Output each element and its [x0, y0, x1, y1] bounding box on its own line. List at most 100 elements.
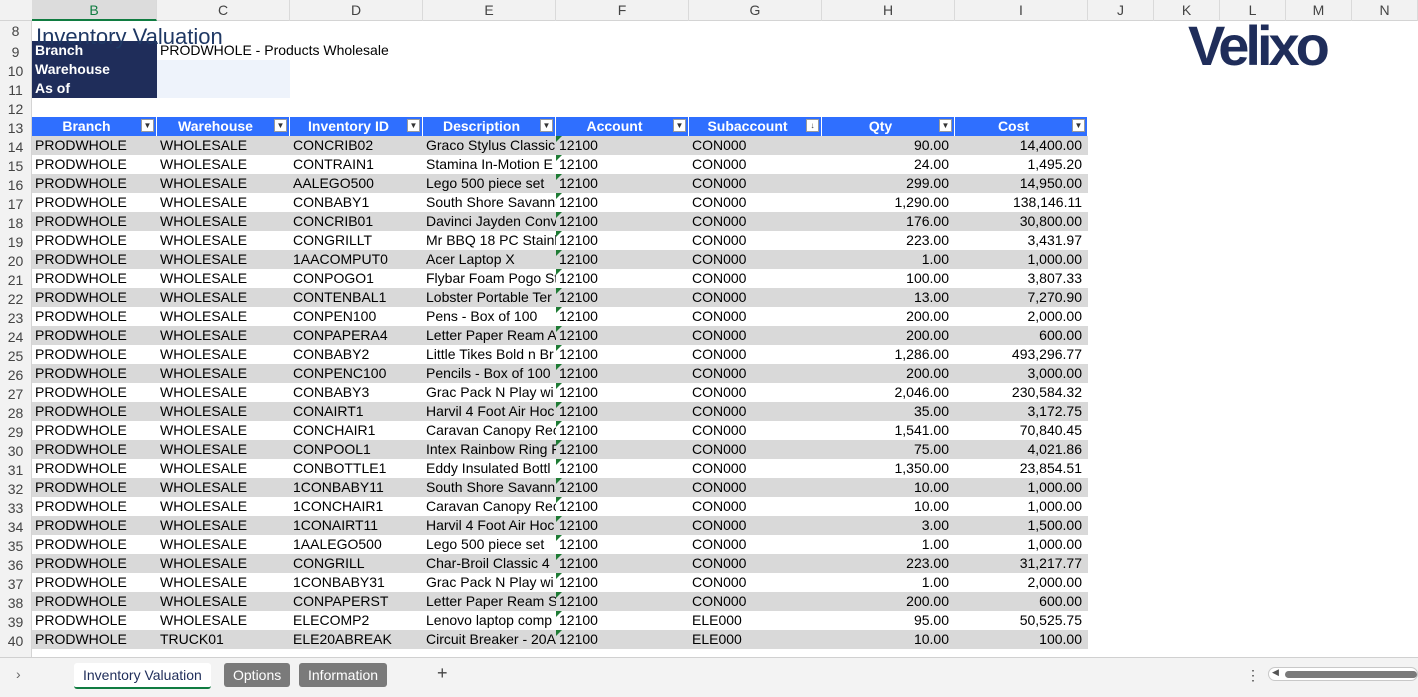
table-cell-subaccount[interactable]: CON000	[689, 402, 822, 421]
table-cell-qty[interactable]: 200.00	[822, 326, 955, 345]
table-cell-subaccount[interactable]: CON000	[689, 554, 822, 573]
horizontal-scrollbar[interactable]: ◀	[1268, 667, 1418, 681]
table-cell-warehouse[interactable]: WHOLESALE	[157, 573, 290, 592]
table-cell-branch[interactable]: PRODWHOLE	[32, 383, 157, 402]
scrollbar-thumb[interactable]	[1285, 671, 1417, 678]
table-cell-cost[interactable]: 7,270.90	[955, 288, 1088, 307]
table-cell-warehouse[interactable]: WHOLESALE	[157, 554, 290, 573]
table-cell-branch[interactable]: PRODWHOLE	[32, 364, 157, 383]
table-cell-account[interactable]: 12100	[556, 516, 689, 535]
param-value[interactable]	[157, 79, 290, 98]
filter-dropdown-icon[interactable]: ▼	[939, 119, 952, 132]
table-cell-inventory-id[interactable]: 1CONBABY31	[290, 573, 423, 592]
table-cell-branch[interactable]: PRODWHOLE	[32, 516, 157, 535]
table-cell-description[interactable]: Letter Paper Ream A	[423, 326, 556, 345]
table-cell-subaccount[interactable]: CON000	[689, 326, 822, 345]
table-cell-inventory-id[interactable]: AALEGO500	[290, 174, 423, 193]
table-cell-description[interactable]: Harvil 4 Foot Air Hoc	[423, 516, 556, 535]
table-cell-account[interactable]: 12100	[556, 155, 689, 174]
table-cell-cost[interactable]: 30,800.00	[955, 212, 1088, 231]
table-cell-warehouse[interactable]: TRUCK01	[157, 630, 290, 649]
table-cell-subaccount[interactable]: CON000	[689, 497, 822, 516]
table-cell-description[interactable]: Grac Pack N Play wi	[423, 573, 556, 592]
more-options-icon[interactable]: ⋮	[1246, 667, 1260, 684]
table-cell-warehouse[interactable]: WHOLESALE	[157, 383, 290, 402]
table-cell-cost[interactable]: 50,525.75	[955, 611, 1088, 630]
filter-dropdown-icon[interactable]: ▼	[673, 119, 686, 132]
table-cell-cost[interactable]: 230,584.32	[955, 383, 1088, 402]
filter-dropdown-icon[interactable]: ▼	[407, 119, 420, 132]
table-cell-description[interactable]: Char-Broil Classic 4	[423, 554, 556, 573]
filter-dropdown-icon[interactable]: ▼	[1072, 119, 1085, 132]
table-cell-warehouse[interactable]: WHOLESALE	[157, 611, 290, 630]
table-cell-warehouse[interactable]: WHOLESALE	[157, 478, 290, 497]
table-cell-inventory-id[interactable]: CONBABY2	[290, 345, 423, 364]
table-cell-inventory-id[interactable]: 1CONBABY11	[290, 478, 423, 497]
table-cell-branch[interactable]: PRODWHOLE	[32, 611, 157, 630]
table-header-subaccount[interactable]: Subaccount ↓	[689, 117, 822, 136]
table-cell-description[interactable]: Lego 500 piece set	[423, 174, 556, 193]
filter-dropdown-icon[interactable]: ▼	[274, 119, 287, 132]
table-cell-qty[interactable]: 100.00	[822, 269, 955, 288]
table-cell-branch[interactable]: PRODWHOLE	[32, 459, 157, 478]
table-cell-inventory-id[interactable]: 1CONAIRT11	[290, 516, 423, 535]
table-cell-account[interactable]: 12100	[556, 402, 689, 421]
table-cell-branch[interactable]: PRODWHOLE	[32, 535, 157, 554]
table-cell-description[interactable]: Harvil 4 Foot Air Hoc	[423, 402, 556, 421]
table-cell-warehouse[interactable]: WHOLESALE	[157, 421, 290, 440]
table-cell-warehouse[interactable]: WHOLESALE	[157, 326, 290, 345]
table-cell-warehouse[interactable]: WHOLESALE	[157, 136, 290, 155]
table-cell-subaccount[interactable]: CON000	[689, 174, 822, 193]
table-cell-subaccount[interactable]: CON000	[689, 288, 822, 307]
table-cell-inventory-id[interactable]: 1CONCHAIR1	[290, 497, 423, 516]
table-cell-description[interactable]: Pens - Box of 100	[423, 307, 556, 326]
table-cell-cost[interactable]: 600.00	[955, 326, 1088, 345]
table-cell-warehouse[interactable]: WHOLESALE	[157, 212, 290, 231]
table-cell-cost[interactable]: 600.00	[955, 592, 1088, 611]
table-cell-inventory-id[interactable]: CONBOTTLE1	[290, 459, 423, 478]
table-cell-account[interactable]: 12100	[556, 193, 689, 212]
table-cell-description[interactable]: Lobster Portable Ter	[423, 288, 556, 307]
table-cell-branch[interactable]: PRODWHOLE	[32, 155, 157, 174]
table-cell-inventory-id[interactable]: 1AALEGO500	[290, 535, 423, 554]
table-cell-inventory-id[interactable]: CONBABY3	[290, 383, 423, 402]
table-cell-inventory-id[interactable]: 1AACOMPUT0	[290, 250, 423, 269]
table-cell-qty[interactable]: 223.00	[822, 231, 955, 250]
table-cell-warehouse[interactable]: WHOLESALE	[157, 307, 290, 326]
table-cell-warehouse[interactable]: WHOLESALE	[157, 592, 290, 611]
table-cell-warehouse[interactable]: WHOLESALE	[157, 364, 290, 383]
table-cell-description[interactable]: Mr BBQ 18 PC Stainl	[423, 231, 556, 250]
table-cell-branch[interactable]: PRODWHOLE	[32, 250, 157, 269]
table-cell-subaccount[interactable]: CON000	[689, 155, 822, 174]
table-cell-account[interactable]: 12100	[556, 421, 689, 440]
table-cell-inventory-id[interactable]: CONCHAIR1	[290, 421, 423, 440]
table-cell-inventory-id[interactable]: CONPEN100	[290, 307, 423, 326]
scroll-left-icon[interactable]: ◀	[1272, 667, 1279, 678]
table-cell-warehouse[interactable]: WHOLESALE	[157, 174, 290, 193]
table-cell-cost[interactable]: 1,495.20	[955, 155, 1088, 174]
table-cell-subaccount[interactable]: ELE000	[689, 630, 822, 649]
table-cell-subaccount[interactable]: CON000	[689, 345, 822, 364]
table-cell-qty[interactable]: 24.00	[822, 155, 955, 174]
table-cell-subaccount[interactable]: CON000	[689, 535, 822, 554]
table-cell-qty[interactable]: 10.00	[822, 630, 955, 649]
table-cell-description[interactable]: Graco Stylus Classic	[423, 136, 556, 155]
table-header-description[interactable]: Description ▼	[423, 117, 556, 136]
table-cell-cost[interactable]: 4,021.86	[955, 440, 1088, 459]
table-cell-account[interactable]: 12100	[556, 383, 689, 402]
table-cell-qty[interactable]: 299.00	[822, 174, 955, 193]
table-cell-warehouse[interactable]: WHOLESALE	[157, 288, 290, 307]
filter-dropdown-icon[interactable]: ▼	[540, 119, 553, 132]
table-cell-qty[interactable]: 200.00	[822, 364, 955, 383]
sort-filter-icon[interactable]: ↓	[806, 119, 819, 132]
table-cell-account[interactable]: 12100	[556, 497, 689, 516]
table-cell-cost[interactable]: 2,000.00	[955, 573, 1088, 592]
table-cell-account[interactable]: 12100	[556, 440, 689, 459]
table-cell-account[interactable]: 12100	[556, 630, 689, 649]
table-cell-branch[interactable]: PRODWHOLE	[32, 573, 157, 592]
table-cell-warehouse[interactable]: WHOLESALE	[157, 440, 290, 459]
table-cell-inventory-id[interactable]: CONTENBAL1	[290, 288, 423, 307]
table-cell-qty[interactable]: 1.00	[822, 573, 955, 592]
tab-information[interactable]: Information	[299, 663, 388, 687]
table-cell-description[interactable]: Caravan Canopy Rec	[423, 497, 556, 516]
